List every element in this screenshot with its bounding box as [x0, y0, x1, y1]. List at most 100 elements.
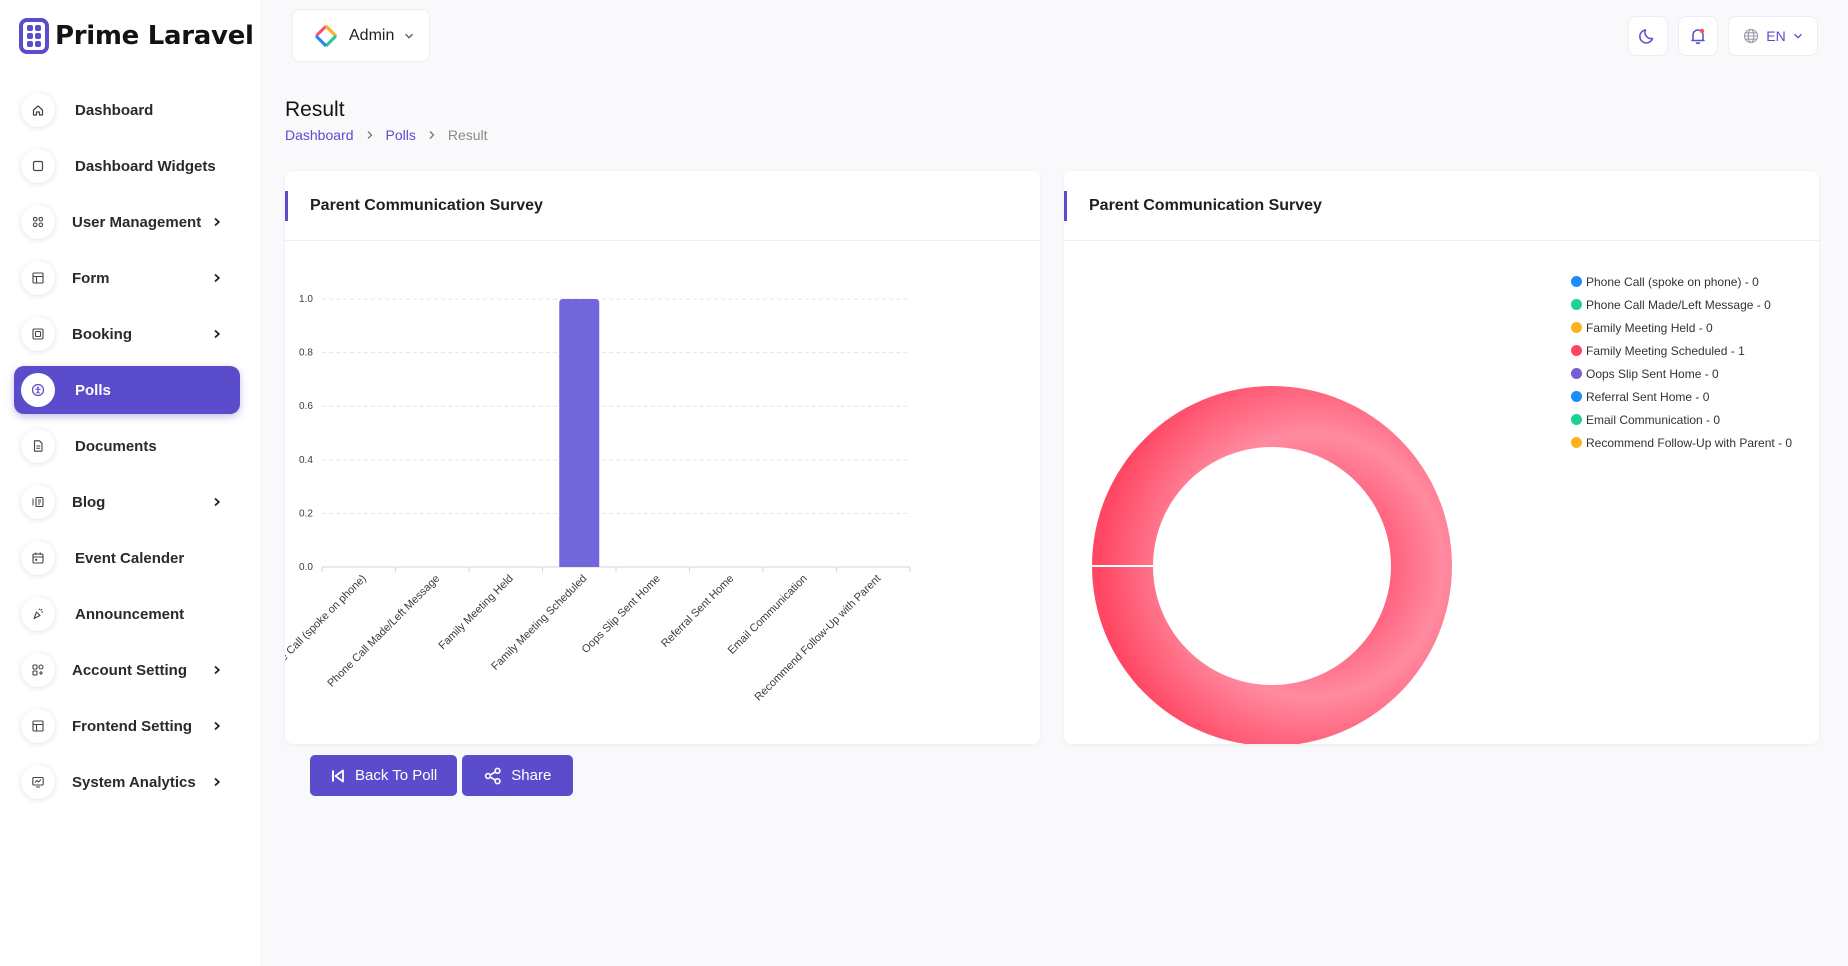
brand-logo-icon [19, 18, 49, 54]
sidebar-item-system-analytics[interactable]: System Analytics [14, 758, 240, 806]
notifications-button[interactable] [1678, 16, 1718, 56]
y-tick-label: 0.8 [299, 348, 313, 359]
y-tick-label: 0.2 [299, 508, 313, 519]
chevron-right-icon [210, 495, 224, 509]
brand[interactable]: Prime Laravel [19, 17, 254, 55]
moon-icon [1639, 29, 1654, 44]
sidebar-item-frontend-setting[interactable]: Frontend Setting [14, 702, 240, 750]
account-settings-icon [21, 653, 55, 687]
grid-icon [21, 205, 55, 239]
legend-label: Recommend Follow-Up with Parent - 0 [1586, 435, 1793, 450]
chevron-right-icon [210, 663, 224, 677]
page-title: Result [285, 98, 345, 121]
legend-item[interactable]: Phone Call (spoke on phone) - 0 [1571, 270, 1792, 293]
announcement-icon [21, 597, 55, 631]
sidebar-item-label: Documents [75, 437, 157, 455]
square-icon [21, 149, 55, 183]
role-label: Admin [349, 26, 395, 44]
chevron-right-icon [366, 130, 374, 140]
theme-toggle-button[interactable] [1628, 16, 1668, 56]
donut-legend: Phone Call (spoke on phone) - 0 Phone Cal… [1571, 270, 1792, 454]
sidebar-item-label: Form [72, 269, 110, 287]
legend-item[interactable]: Recommend Follow-Up with Parent - 0 [1571, 431, 1792, 454]
x-tick-label: Email Communication [726, 573, 810, 657]
sidebar-item-label: Frontend Setting [72, 717, 192, 735]
sidebar-item-label: Event Calender [75, 549, 185, 567]
sidebar-item-label: User Management [72, 213, 202, 231]
sidebar-item-documents[interactable]: Documents [14, 422, 240, 470]
legend-item[interactable]: Oops Slip Sent Home - 0 [1571, 362, 1792, 385]
y-tick-label: 1.0 [299, 294, 313, 305]
calendar-icon [21, 541, 55, 575]
sidebar-item-label: Dashboard Widgets [75, 157, 216, 175]
sidebar-item-booking[interactable]: Booking [14, 310, 240, 358]
legend-marker [1571, 391, 1582, 402]
sidebar-item-dashboard[interactable]: Dashboard [14, 86, 240, 134]
legend-label: Family Meeting Scheduled - 1 [1586, 343, 1745, 358]
legend-marker [1571, 345, 1582, 356]
card-header: Parent Communication Survey [1064, 171, 1819, 241]
y-tick-label: 0.6 [299, 401, 313, 412]
chevron-right-icon [210, 215, 224, 229]
blog-icon [21, 485, 55, 519]
y-tick-label: 0.0 [299, 562, 313, 573]
sidebar-item-label: System Analytics [72, 773, 196, 791]
sidebar-item-announcement[interactable]: Announcement [14, 590, 240, 638]
legend-marker [1571, 414, 1582, 425]
sidebar-item-event-calender[interactable]: Event Calender [14, 534, 240, 582]
share-button[interactable]: Share [462, 755, 574, 796]
sidebar-item-form[interactable]: Form [14, 254, 240, 302]
sidebar-item-user-management[interactable]: User Management [14, 198, 240, 246]
bar[interactable] [559, 299, 600, 567]
legend-item[interactable]: Phone Call Made/Left Message - 0 [1571, 293, 1792, 316]
role-switcher[interactable]: Admin [292, 9, 430, 62]
legend-label: Phone Call Made/Left Message - 0 [1586, 297, 1771, 312]
breadcrumb-dashboard[interactable]: Dashboard [285, 127, 354, 143]
card-title: Parent Communication Survey [1089, 196, 1322, 214]
language-selector[interactable]: EN [1728, 16, 1818, 56]
y-tick-label: 0.4 [299, 455, 313, 466]
legend-item[interactable]: Email Communication - 0 [1571, 408, 1792, 431]
share-label: Share [511, 767, 552, 784]
legend-label: Email Communication - 0 [1586, 412, 1721, 427]
sidebar-item-label: Dashboard [75, 101, 154, 119]
document-icon [21, 429, 55, 463]
sidebar-item-account-setting[interactable]: Account Setting [14, 646, 240, 694]
legend-label: Family Meeting Held - 0 [1586, 320, 1713, 335]
home-icon [21, 93, 55, 127]
chevron-right-icon [428, 130, 436, 140]
sidebar-item-blog[interactable]: Blog [14, 478, 240, 526]
sidebar-item-label: Account Setting [72, 661, 187, 679]
top-actions: EN [1628, 16, 1818, 56]
chevron-right-icon [210, 719, 224, 733]
bell-icon [1691, 28, 1705, 45]
breadcrumb: Dashboard Polls Result [285, 127, 488, 143]
breadcrumb-polls[interactable]: Polls [386, 127, 416, 143]
bar-chart-card: Parent Communication Survey 0.0 0.2 0.4 0.6… [285, 171, 1040, 744]
globe-icon [1744, 28, 1759, 44]
result-actions: Back To Poll Share [310, 755, 574, 796]
sidebar-item-label: Blog [72, 493, 106, 511]
back-to-poll-label: Back To Poll [355, 767, 438, 784]
bar-chart: 0.00.20.40.60.81.0 Phone Call (spoke on … [285, 294, 911, 703]
sidebar-item-polls[interactable]: Polls [14, 366, 240, 414]
legend-marker [1571, 437, 1582, 448]
legend-item[interactable]: Referral Sent Home - 0 [1571, 385, 1792, 408]
legend-label: Oops Slip Sent Home - 0 [1586, 366, 1719, 381]
card-header: Parent Communication Survey [285, 171, 1040, 241]
sidebar-nav: Dashboard Dashboard Widgets User Managemen… [14, 86, 240, 814]
legend-marker [1571, 276, 1582, 287]
back-to-poll-button[interactable]: Back To Poll [310, 755, 458, 796]
sidebar-item-dashboard-widgets[interactable]: Dashboard Widgets [14, 142, 240, 190]
role-logo-icon [315, 24, 337, 47]
legend-marker [1571, 322, 1582, 333]
poll-icon [21, 373, 55, 407]
share-icon [485, 767, 501, 784]
language-label: EN [1766, 28, 1786, 44]
legend-item[interactable]: Family Meeting Held - 0 [1571, 316, 1792, 339]
chevron-right-icon [210, 775, 224, 789]
x-tick-label: Referral Sent Home [659, 573, 736, 650]
legend-marker [1571, 299, 1582, 310]
legend-item[interactable]: Family Meeting Scheduled - 1 [1571, 339, 1792, 362]
sidebar-item-label: Announcement [75, 605, 185, 623]
